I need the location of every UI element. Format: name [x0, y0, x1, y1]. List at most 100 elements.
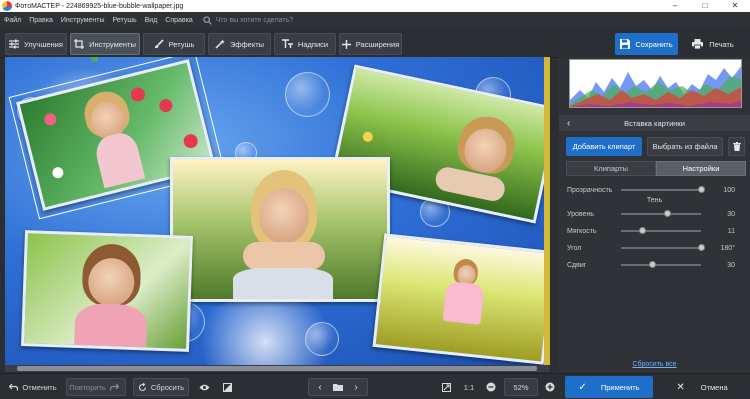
apply-label: Применить	[600, 382, 640, 392]
zoom-1-to-1-button[interactable]: 1:1	[460, 378, 478, 396]
slider-opacity[interactable]: Прозрачность 100	[567, 184, 747, 196]
reset-all-link[interactable]: Сбросить все	[559, 361, 750, 368]
minus-circle-icon	[486, 382, 496, 392]
tab-tools-label: Инструменты	[89, 39, 136, 49]
choose-from-file-button[interactable]: Выбрать из файла	[647, 137, 723, 156]
tab-captions-label: Надписи	[297, 39, 329, 49]
slider-knob[interactable]	[698, 244, 705, 251]
rotate-handle[interactable]	[91, 57, 98, 62]
print-button-label: Печать	[709, 39, 734, 49]
menu-edit[interactable]: Правка	[29, 17, 53, 24]
reset-button[interactable]: Сбросить	[133, 378, 189, 396]
command-search[interactable]: Что вы хотите сделать?	[203, 15, 294, 25]
slider-track[interactable]	[621, 189, 701, 191]
tab-cliparts[interactable]: Клипарты	[566, 161, 656, 176]
slider-value: 30	[727, 210, 735, 218]
slider-track[interactable]	[621, 264, 701, 266]
magic-wand-icon	[215, 39, 225, 49]
print-button[interactable]: Печать	[681, 33, 745, 55]
zoom-out-button[interactable]	[484, 378, 498, 396]
histogram	[569, 59, 742, 108]
slider-track[interactable]	[621, 213, 701, 215]
menu-file[interactable]: Файл	[4, 17, 21, 24]
tab-effects[interactable]: Эффекты	[208, 33, 271, 55]
fit-to-screen-button[interactable]	[438, 378, 454, 396]
slider-level[interactable]: Уровень 30	[567, 208, 747, 220]
tab-retouch-label: Ретушь	[168, 39, 195, 49]
apply-button[interactable]: ✓ Применить	[565, 376, 653, 398]
brush-icon	[154, 39, 164, 49]
app-logo-icon	[2, 1, 12, 11]
save-button-label: Сохранить	[635, 39, 673, 49]
save-button[interactable]: Сохранить	[615, 33, 678, 55]
tab-settings[interactable]: Настройки	[656, 161, 746, 176]
slider-track[interactable]	[621, 247, 701, 249]
slider-value: 11	[727, 227, 735, 235]
slider-value: 30	[727, 261, 735, 269]
redo-button[interactable]: Повторить	[66, 378, 126, 396]
sliders-icon	[9, 39, 20, 49]
redo-label: Повторить	[69, 382, 106, 392]
canvas-horizontal-scrollbar[interactable]	[5, 365, 550, 372]
slider-value: 180°	[720, 244, 735, 252]
slider-softness[interactable]: Мягкость 11	[567, 225, 747, 237]
tab-retouch[interactable]: Ретушь	[143, 33, 205, 55]
slider-offset[interactable]: Сдвиг 30	[567, 259, 747, 271]
search-icon	[203, 15, 212, 25]
reset-icon	[138, 382, 146, 391]
maximize-button[interactable]: □	[690, 0, 720, 12]
menu-bar: Файл Правка Инструменты Ретушь Вид Справ…	[0, 12, 750, 28]
collage-photo-field[interactable]	[372, 233, 550, 365]
menu-tools[interactable]: Инструменты	[61, 17, 105, 24]
collage-photo-laughing[interactable]	[21, 230, 193, 352]
tab-extensions[interactable]: Расширения	[339, 33, 402, 55]
menu-retouch[interactable]: Ретушь	[113, 17, 137, 24]
canvas-vertical-scrollbar[interactable]	[544, 57, 550, 365]
eye-icon	[199, 384, 209, 390]
delete-button[interactable]	[728, 137, 745, 156]
zoom-level-field[interactable]: 52%	[504, 378, 538, 396]
folder-icon[interactable]	[333, 383, 343, 391]
slider-label: Угол	[567, 244, 582, 252]
cancel-button[interactable]: ✕ Отмена	[657, 376, 747, 398]
slider-track[interactable]	[621, 230, 701, 232]
window-controls: – □ ✕	[660, 0, 750, 12]
menu-view[interactable]: Вид	[145, 17, 158, 24]
tab-enhancements[interactable]: Улучшения	[5, 33, 67, 55]
menu-help[interactable]: Справка	[165, 17, 192, 24]
slider-label: Прозрачность	[567, 186, 613, 194]
search-placeholder: Что вы хотите сделать?	[215, 16, 294, 24]
photo-canvas[interactable]	[5, 57, 550, 365]
shadow-section-label: Тень	[646, 197, 663, 204]
cancel-label: Отмена	[700, 382, 728, 392]
window-title: ФотоМАСТЕР - 224869925-blue-bubble-wallp…	[15, 2, 184, 10]
collage-photo-center[interactable]	[170, 157, 390, 302]
close-window-button[interactable]: ✕	[720, 0, 750, 12]
slider-knob[interactable]	[639, 227, 646, 234]
tab-tools[interactable]: Инструменты	[70, 33, 140, 55]
slider-knob[interactable]	[664, 210, 671, 217]
trash-icon	[732, 142, 741, 151]
crop-icon	[74, 39, 85, 49]
next-file-icon[interactable]: ›	[347, 382, 365, 393]
undo-icon	[9, 383, 19, 391]
add-clipart-button[interactable]: Добавить клипарт	[566, 137, 642, 156]
compare-icon	[222, 382, 232, 392]
compare-button[interactable]	[218, 378, 236, 396]
undo-button[interactable]: Отменить	[6, 378, 60, 396]
previous-file-icon[interactable]: ‹	[311, 382, 329, 393]
slider-label: Сдвиг	[567, 261, 587, 269]
panel-title: Вставка картинки	[624, 118, 685, 128]
scrollbar-thumb[interactable]	[17, 366, 537, 371]
slider-knob[interactable]	[698, 186, 705, 193]
slider-value: 100	[723, 186, 735, 194]
minimize-button[interactable]: –	[660, 0, 690, 12]
preview-eye-button[interactable]	[195, 378, 213, 396]
zoom-in-button[interactable]	[543, 378, 557, 396]
undo-label: Отменить	[22, 382, 57, 392]
slider-knob[interactable]	[649, 261, 656, 268]
tab-captions[interactable]: Надписи	[274, 33, 336, 55]
slider-angle[interactable]: Угол 180°	[567, 242, 747, 254]
reset-label: Сбросить	[150, 382, 185, 392]
back-chevron-icon[interactable]: ‹	[567, 118, 570, 129]
